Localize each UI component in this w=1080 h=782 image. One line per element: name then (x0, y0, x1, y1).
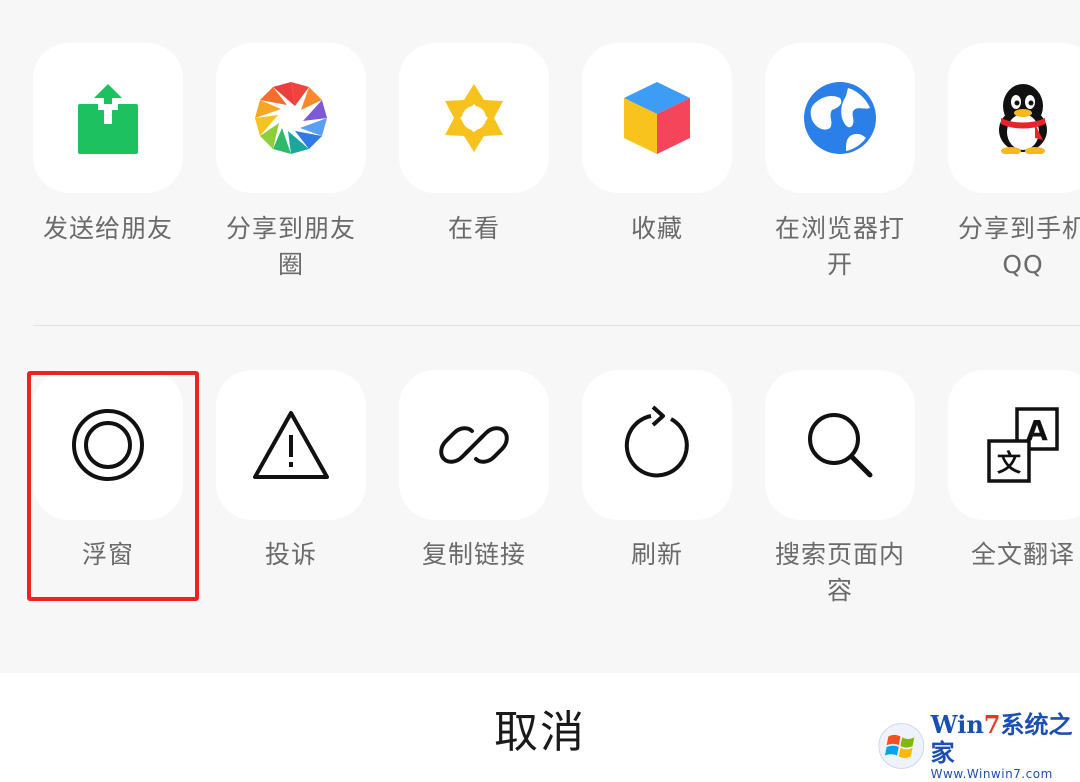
action-tile[interactable] (582, 370, 732, 520)
share-item-label: 发送给朋友 (0, 211, 183, 247)
highlight-box (27, 371, 199, 601)
warning-triangle-icon (251, 409, 331, 481)
refresh-icon (619, 405, 695, 485)
share-item-moments[interactable]: 分享到朋友圈 (183, 0, 366, 300)
share-item-mobile-qq[interactable]: 分享到手机QQ (915, 0, 1080, 300)
action-item-label: 刷新 (549, 537, 732, 573)
windows-logo-icon (878, 719, 925, 773)
share-item-favorite[interactable]: 收藏 (549, 0, 732, 300)
action-item-label: 投诉 (183, 537, 366, 573)
share-item-label: 在看 (366, 211, 549, 247)
share-item-label: 分享到朋友圈 (183, 211, 366, 283)
share-item-send-to-friend[interactable]: 发送给朋友 (0, 0, 183, 300)
action-tile[interactable]: A 文 (948, 370, 1080, 520)
action-tile[interactable] (216, 370, 366, 520)
action-tile[interactable] (765, 370, 915, 520)
favorite-cube-icon (622, 80, 692, 156)
translate-icon: A 文 (985, 407, 1061, 483)
action-item-report[interactable]: 投诉 (183, 326, 366, 626)
share-item-label: 分享到手机QQ (915, 211, 1080, 283)
qq-penguin-icon (993, 82, 1053, 154)
share-out-icon (76, 80, 140, 156)
action-item-translate[interactable]: A 文 全文翻译 (915, 326, 1080, 626)
search-icon (804, 409, 876, 481)
moments-aperture-icon (253, 80, 329, 156)
action-item-search-page[interactable]: 搜索页面内容 (732, 326, 915, 626)
share-item-label: 收藏 (549, 211, 732, 247)
share-tile[interactable] (582, 43, 732, 193)
watermark-url: Www.Winwin7.com (931, 767, 1074, 781)
share-row: 发送给朋友 (0, 0, 1080, 300)
share-item-open-in-browser[interactable]: 在浏览器打开 (732, 0, 915, 300)
action-tile[interactable] (399, 370, 549, 520)
share-sheet: 发送给朋友 (0, 0, 1080, 673)
watermark-title: Win7系统之家 (931, 711, 1074, 767)
action-item-label: 搜索页面内容 (732, 537, 915, 609)
action-item-copy-link[interactable]: 复制链接 (366, 326, 549, 626)
action-item-label: 全文翻译 (915, 537, 1080, 573)
globe-icon (803, 81, 877, 155)
watermark-text: Win7系统之家 Www.Winwin7.com (931, 711, 1074, 781)
action-item-refresh[interactable]: 刷新 (549, 326, 732, 626)
watermark: Win7系统之家 Www.Winwin7.com (878, 714, 1074, 778)
link-icon (438, 409, 510, 481)
share-tile[interactable] (216, 43, 366, 193)
svg-text:文: 文 (997, 449, 1022, 477)
share-item-label: 在浏览器打开 (732, 211, 915, 283)
share-item-wow[interactable]: 在看 (366, 0, 549, 300)
action-item-label: 复制链接 (366, 537, 549, 573)
share-tile[interactable] (399, 43, 549, 193)
cancel-label: 取消 (494, 696, 586, 760)
share-tile[interactable] (765, 43, 915, 193)
wow-star-icon (439, 81, 509, 155)
share-tile[interactable] (33, 43, 183, 193)
share-tile[interactable] (948, 43, 1080, 193)
